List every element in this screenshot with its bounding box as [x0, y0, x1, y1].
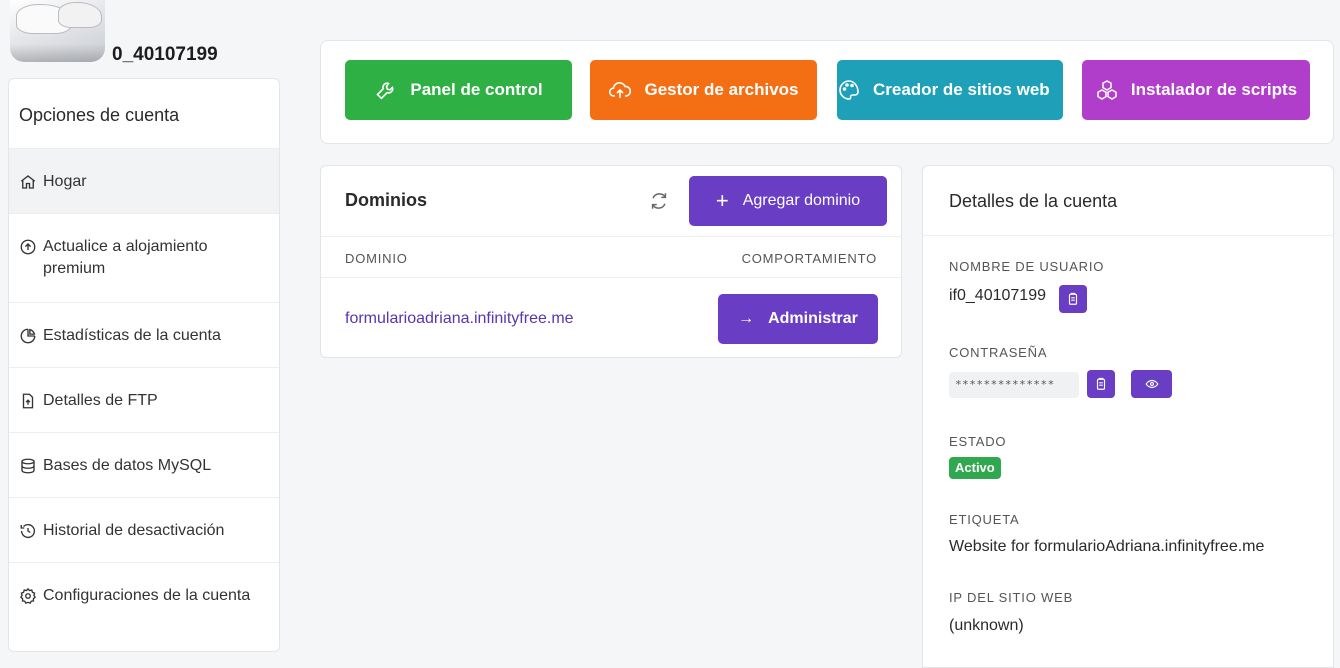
tag-value: Website for formularioAdriana.infinityfr… [949, 538, 1265, 555]
sidebar-item-deactivation-history[interactable]: Historial de desactivación [9, 498, 279, 563]
copy-password-button[interactable] [1087, 370, 1115, 398]
file-upload-icon [19, 392, 37, 410]
sidebar-item-label: Bases de datos MySQL [43, 457, 212, 474]
boxes-icon [1095, 78, 1119, 102]
eye-icon [1144, 377, 1159, 391]
script-installer-label: Instalador de scripts [1130, 80, 1298, 99]
domain-link[interactable]: formularioadriana.infinityfree.me [345, 310, 574, 328]
ip-value: (unknown) [949, 617, 1024, 634]
account-details-card: Detalles de la cuenta NOMBRE DE USUARIO … [922, 165, 1334, 668]
sidebar-item-label: Hogar [43, 173, 87, 190]
plus-icon: + [715, 188, 729, 213]
cloud-upload-icon [608, 78, 632, 102]
account-details-title: Detalles de la cuenta [949, 191, 1118, 211]
history-icon [19, 522, 37, 540]
arrow-right-icon: → [738, 310, 755, 327]
sidebar-item-account-settings[interactable]: Configuraciones de la cuenta [9, 563, 279, 651]
sidebar-item-label: Estadísticas de la cuenta [43, 327, 221, 344]
clipboard-icon [1066, 292, 1080, 306]
sidebar-item-home[interactable]: Hogar [9, 149, 279, 214]
clipboard-icon [1094, 377, 1108, 391]
gear-icon [19, 587, 37, 605]
wrench-icon [374, 78, 398, 102]
quick-actions-panel: Panel de control Gestor de archivos Crea… [320, 40, 1334, 144]
avatar-shadow [10, 44, 105, 62]
sidebar-item-upgrade[interactable]: Actualice a alojamiento premium [9, 214, 279, 303]
script-installer-button[interactable]: Instalador de scripts [1082, 60, 1310, 120]
copy-username-button[interactable] [1059, 285, 1087, 313]
domains-card: Dominios + Agregar dominio DOMINIO COMPO… [320, 165, 902, 358]
website-builder-label: Creador de sitios web [873, 80, 1050, 99]
home-icon [19, 173, 37, 191]
status-label: ESTADO [949, 434, 1007, 449]
control-panel-label: Panel de control [410, 80, 543, 99]
account-username-heading: 0_40107199 [112, 44, 218, 65]
control-panel-button[interactable]: Panel de control [345, 60, 572, 120]
website-builder-button[interactable]: Creador de sitios web [837, 60, 1063, 120]
ip-label: IP DEL SITIO WEB [949, 590, 1074, 605]
password-field: ************** [949, 372, 1079, 398]
domains-table-header: DOMINIO COMPORTAMIENTO [321, 236, 901, 278]
tag-label: ETIQUETA [949, 512, 1020, 527]
database-icon [19, 457, 37, 475]
show-password-button[interactable] [1131, 370, 1172, 398]
pie-chart-icon [19, 327, 37, 345]
password-label: CONTRASEÑA [949, 345, 1048, 360]
file-manager-button[interactable]: Gestor de archivos [590, 60, 817, 120]
refresh-icon[interactable] [648, 190, 670, 212]
username-value: if0_40107199 [949, 287, 1046, 304]
add-domain-button[interactable]: + Agregar dominio [689, 176, 887, 226]
column-header-behavior: COMPORTAMIENTO [741, 251, 877, 266]
status-badge: Activo [949, 457, 1001, 479]
manage-domain-button[interactable]: → Administrar [718, 294, 878, 344]
domains-title: Dominios [345, 190, 428, 210]
sidebar-header: Opciones de cuenta [9, 79, 279, 149]
sidebar-item-ftp[interactable]: Detalles de FTP [9, 368, 279, 433]
sidebar-item-label: Detalles de FTP [43, 392, 158, 409]
username-label: NOMBRE DE USUARIO [949, 259, 1105, 274]
file-manager-label: Gestor de archivos [644, 80, 799, 99]
sidebar: Opciones de cuenta Hogar Actualice a alo… [8, 78, 280, 652]
sidebar-item-stats[interactable]: Estadísticas de la cuenta [9, 303, 279, 368]
sidebar-item-mysql[interactable]: Bases de datos MySQL [9, 433, 279, 498]
palette-icon [837, 78, 861, 102]
avatar[interactable] [10, 0, 105, 62]
add-domain-label: Agregar dominio [742, 192, 861, 209]
column-header-domain: DOMINIO [345, 251, 408, 266]
sidebar-item-label: Configuraciones de la cuenta [43, 587, 251, 604]
avatar-image-part [58, 2, 102, 28]
sidebar-item-label: Historial de desactivación [43, 522, 225, 539]
sidebar-item-label: Actualice a alojamiento premium [43, 238, 208, 277]
divider [923, 235, 1333, 236]
manage-label: Administrar [768, 310, 858, 327]
